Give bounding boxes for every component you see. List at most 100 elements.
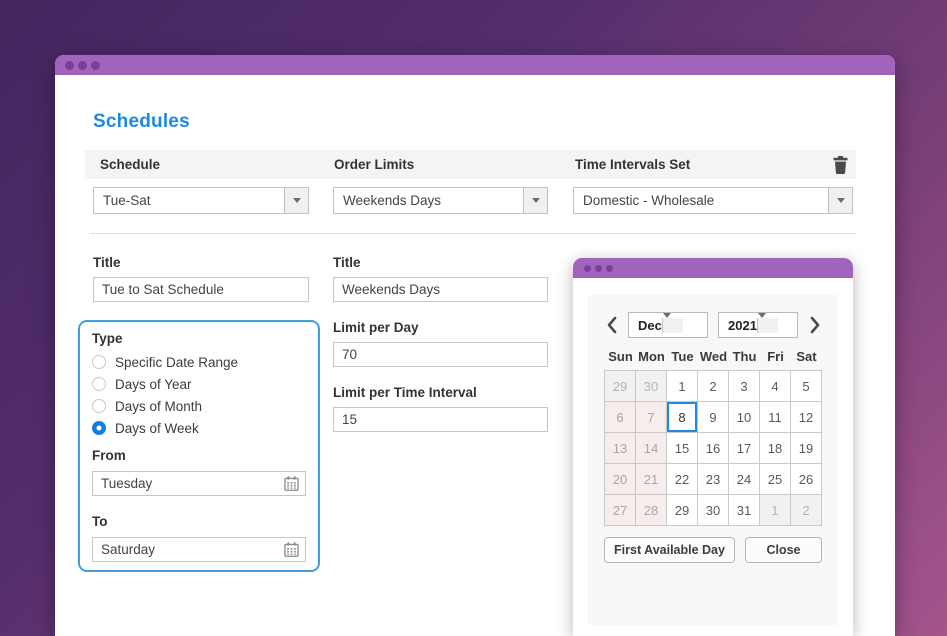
schedule-title-label: Title	[93, 255, 309, 275]
schedule-title-column: Title	[93, 255, 309, 302]
day-header-fri: Fri	[760, 349, 791, 364]
to-day-input[interactable]	[92, 537, 306, 562]
limit-per-day-label: Limit per Day	[333, 320, 548, 340]
limit-per-interval-input[interactable]	[333, 407, 548, 432]
calendar-day-10[interactable]: 10	[729, 402, 760, 433]
chevron-down-icon	[828, 188, 852, 213]
calendar-titlebar	[573, 258, 853, 278]
calendar-day-27: 27	[605, 495, 636, 526]
radio-checked-icon	[92, 421, 106, 435]
month-select[interactable]: Dec	[628, 312, 708, 338]
chevron-down-icon	[757, 318, 778, 333]
first-available-day-button[interactable]: First Available Day	[604, 537, 735, 563]
calendar-day-22[interactable]: 22	[667, 464, 698, 495]
radio-option-label: Days of Week	[115, 421, 199, 436]
calendar-day-24[interactable]: 24	[729, 464, 760, 495]
calendar-day-31[interactable]: 31	[729, 495, 760, 526]
chevron-down-icon	[662, 318, 683, 333]
calendar-day-4[interactable]: 4	[760, 371, 791, 402]
radio-option-label: Specific Date Range	[115, 355, 238, 370]
calendar-day-29[interactable]: 29	[667, 495, 698, 526]
limits-title-input[interactable]	[333, 277, 548, 302]
next-month-button[interactable]	[808, 314, 822, 336]
calendar-day-headers: SunMonTueWedThuFriSat	[604, 349, 822, 364]
order-limits-column: Title Limit per Day Limit per Time Inter…	[333, 255, 548, 432]
type-section: Type Specific Date Range Days of Year Days…	[78, 320, 320, 572]
year-select[interactable]: 2021	[718, 312, 798, 338]
calendar-day-2-othermonth: 2	[791, 495, 822, 526]
radio-option-days-of-week[interactable]: Days of Week	[92, 417, 306, 439]
calendar-day-30-othermonth: 30	[636, 371, 667, 402]
calendar-panel: Dec 2021 SunMonTueWedThuFriSat 293012345…	[588, 295, 838, 625]
order-limits-select-value: Weekends Days	[343, 193, 441, 208]
year-select-value: 2021	[728, 318, 757, 333]
calendar-day-28: 28	[636, 495, 667, 526]
delete-schedule-button[interactable]	[831, 155, 849, 174]
order-limits-select[interactable]: Weekends Days	[333, 187, 548, 214]
radio-option-days-of-year[interactable]: Days of Year	[92, 373, 306, 395]
calendar-day-18[interactable]: 18	[760, 433, 791, 464]
calendar-day-1[interactable]: 1	[667, 371, 698, 402]
calendar-day-30[interactable]: 30	[698, 495, 729, 526]
day-header-wed: Wed	[698, 349, 729, 364]
schedule-toolbar: Schedule Order Limits Time Intervals Set	[85, 150, 856, 179]
limit-per-interval-label: Limit per Time Interval	[333, 385, 548, 405]
radio-option-label: Days of Year	[115, 377, 192, 392]
prev-month-button[interactable]	[604, 314, 618, 336]
type-label: Type	[92, 331, 306, 351]
time-intervals-select-value: Domestic - Wholesale	[583, 193, 714, 208]
calendar-day-21: 21	[636, 464, 667, 495]
calendar-day-8[interactable]: 8	[667, 402, 698, 433]
calendar-day-23[interactable]: 23	[698, 464, 729, 495]
calendar-day-6: 6	[605, 402, 636, 433]
calendar-day-26[interactable]: 26	[791, 464, 822, 495]
calendar-day-15[interactable]: 15	[667, 433, 698, 464]
order-limits-column-label: Order Limits	[334, 157, 414, 172]
calendar-day-19[interactable]: 19	[791, 433, 822, 464]
calendar-day-16[interactable]: 16	[698, 433, 729, 464]
schedule-select[interactable]: Tue-Sat	[93, 187, 309, 214]
radio-option-days-of-month[interactable]: Days of Month	[92, 395, 306, 417]
time-intervals-column-label: Time Intervals Set	[575, 157, 690, 172]
radio-unchecked-icon	[92, 377, 106, 391]
to-datepicker-button[interactable]	[284, 542, 299, 557]
radio-option-specific-date-range[interactable]: Specific Date Range	[92, 351, 306, 373]
calendar-day-14: 14	[636, 433, 667, 464]
calendar-icon	[284, 476, 299, 491]
to-label: To	[92, 514, 306, 534]
limit-per-day-input[interactable]	[333, 342, 548, 367]
section-divider	[90, 233, 856, 234]
calendar-day-9[interactable]: 9	[698, 402, 729, 433]
schedule-select-value: Tue-Sat	[103, 193, 151, 208]
window-control-dot	[595, 265, 602, 272]
calendar-day-17[interactable]: 17	[729, 433, 760, 464]
day-header-thu: Thu	[729, 349, 760, 364]
schedule-title-input[interactable]	[93, 277, 309, 302]
limits-title-label: Title	[333, 255, 548, 275]
calendar-day-5[interactable]: 5	[791, 371, 822, 402]
window-control-dot	[91, 61, 100, 70]
calendar-day-11[interactable]: 11	[760, 402, 791, 433]
window-control-dot	[65, 61, 74, 70]
calendar-day-12[interactable]: 12	[791, 402, 822, 433]
close-button[interactable]: Close	[745, 537, 822, 563]
calendar-day-29-othermonth: 29	[605, 371, 636, 402]
time-intervals-select[interactable]: Domestic - Wholesale	[573, 187, 853, 214]
calendar-day-20: 20	[605, 464, 636, 495]
calendar-grid: 2930123456789101112131415161718192021222…	[604, 370, 822, 526]
radio-unchecked-icon	[92, 399, 106, 413]
schedule-column-label: Schedule	[100, 157, 160, 172]
day-header-mon: Mon	[636, 349, 667, 364]
window-control-dot	[584, 265, 591, 272]
from-datepicker-button[interactable]	[284, 476, 299, 491]
calendar-day-25[interactable]: 25	[760, 464, 791, 495]
calendar-day-2[interactable]: 2	[698, 371, 729, 402]
radio-unchecked-icon	[92, 355, 106, 369]
chevron-down-icon	[523, 188, 547, 213]
from-day-input[interactable]	[92, 471, 306, 496]
chevron-right-icon	[810, 316, 821, 334]
schedules-window: Schedules Schedule Order Limits Time Int…	[55, 55, 895, 636]
calendar-day-3[interactable]: 3	[729, 371, 760, 402]
chevron-down-icon	[284, 188, 308, 213]
calendar-day-7: 7	[636, 402, 667, 433]
